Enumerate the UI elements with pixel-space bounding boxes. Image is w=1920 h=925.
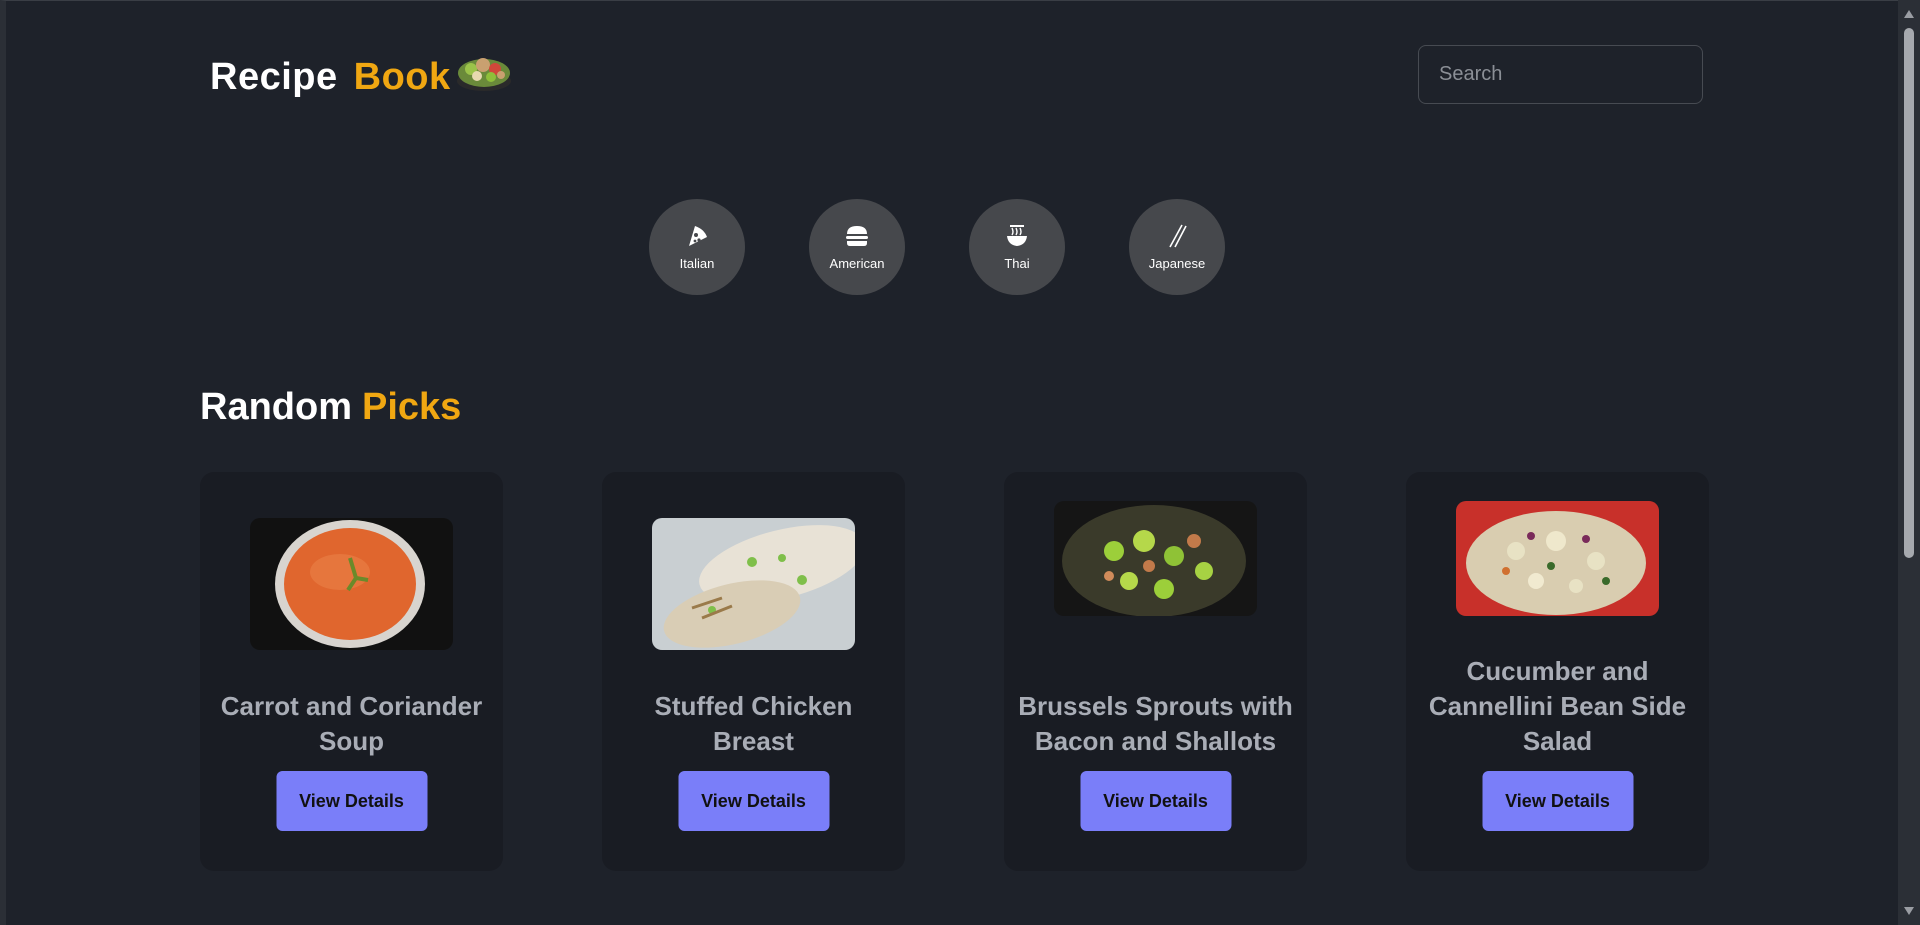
section-title: Random Picks [200,386,461,429]
category-label: Thai [1004,256,1030,271]
section-title-word1: Random [200,386,352,428]
recipe-image[interactable] [652,518,855,650]
recipe-card: Stuffed Chicken Breast View Details [602,472,905,871]
category-american[interactable]: American [809,199,905,295]
view-details-button[interactable]: View Details [1080,771,1231,831]
scroll-up-arrow-icon[interactable] [1904,10,1914,18]
recipe-card: Carrot and Coriander Soup View Details [200,472,503,871]
app-window: Recipe Book Italian [0,0,1898,925]
category-italian[interactable]: Italian [649,199,745,295]
salad-bowl-icon [451,51,513,103]
category-list: Italian American Thai Japanese [649,199,1225,295]
recipe-image[interactable] [250,518,453,650]
recipe-title: Carrot and Coriander Soup [220,691,483,756]
category-japanese[interactable]: Japanese [1129,199,1225,295]
logo-word-book: Book [353,55,451,98]
recipe-card: Cucumber and Cannellini Bean Side Salad … [1406,472,1709,871]
scroll-down-arrow-icon[interactable] [1904,907,1914,915]
view-details-button[interactable]: View Details [1482,771,1633,831]
app-logo[interactable]: Recipe Book [210,51,513,103]
recipe-card-list: Carrot and Coriander Soup View Details S… [200,472,1709,871]
recipe-title: Cucumber and Cannellini Bean Side Salad [1428,656,1687,756]
burger-icon [844,223,870,254]
vertical-scrollbar[interactable] [1898,0,1920,925]
view-details-button[interactable]: View Details [678,771,829,831]
recipe-card: Brussels Sprouts with Bacon and Shallots… [1004,472,1307,871]
pizza-icon [684,223,710,254]
recipe-title: Brussels Sprouts with Bacon and Shallots [1018,691,1293,756]
scrollbar-thumb[interactable] [1904,28,1914,558]
category-thai[interactable]: Thai [969,199,1065,295]
view-details-button[interactable]: View Details [276,771,427,831]
logo-word-recipe: Recipe [210,55,338,98]
category-label: Italian [679,256,715,271]
category-label: Japanese [1148,256,1206,271]
chopsticks-icon [1164,223,1190,254]
section-title-word2: Picks [362,386,462,428]
search-input[interactable] [1418,45,1703,104]
recipe-image[interactable] [1054,501,1257,616]
recipe-title: Stuffed Chicken Breast [654,691,853,756]
noodle-bowl-icon [1004,223,1030,254]
category-label: American [829,256,885,271]
recipe-image[interactable] [1456,501,1659,616]
